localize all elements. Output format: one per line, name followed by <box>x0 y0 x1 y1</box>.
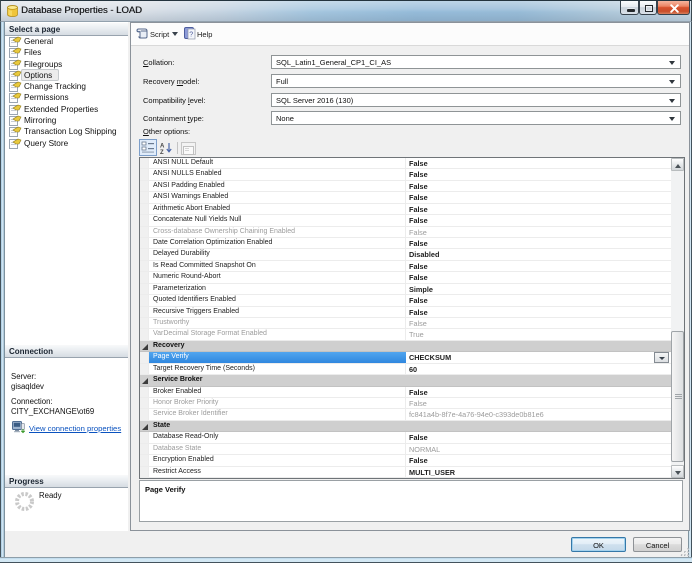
svg-text:A: A <box>160 144 165 150</box>
svg-text:?: ? <box>189 32 193 39</box>
svg-text:Z: Z <box>160 150 164 155</box>
